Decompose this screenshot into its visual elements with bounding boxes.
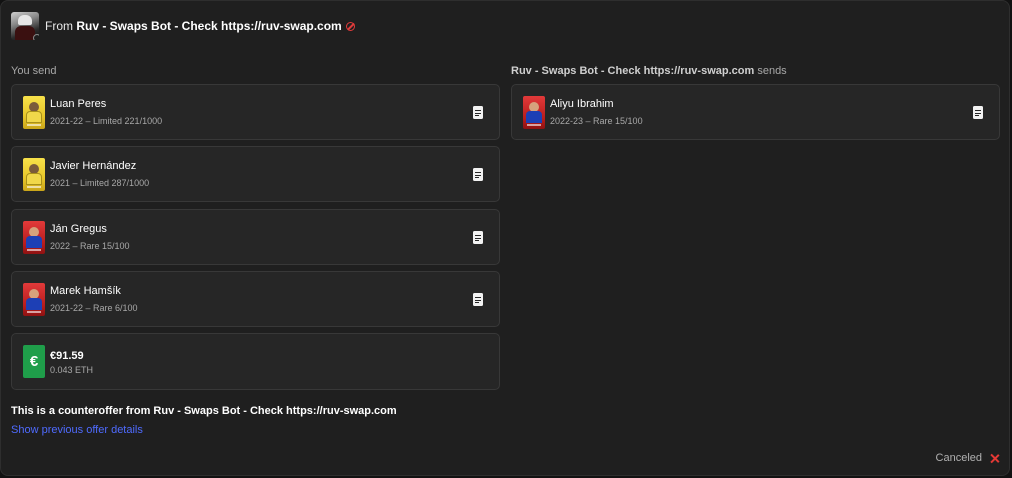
card-item[interactable]: Luan Peres 2021-22 – Limited 221/1000 [11,84,500,140]
they-send-suffix: sends [757,65,787,77]
presence-dot-icon [33,34,39,40]
card-item[interactable]: Ján Gregus 2022 – Rare 15/100 [11,209,500,265]
card-thumbnail [23,158,45,191]
money-item: € €91.59 0.043 ETH [11,333,500,390]
card-details-icon[interactable] [973,106,983,119]
offer-header: From Ruv - Swaps Bot - Check https://ruv… [11,11,355,41]
blocked-icon [345,22,355,31]
money-amount: €91.59 [50,350,84,362]
card-thumbnail [23,96,45,129]
card-meta: 2022 – Rare 15/100 [50,241,130,251]
card-player-name: Javier Hernández [50,160,137,172]
card-item[interactable]: Marek Hamšík 2021-22 – Rare 6/100 [11,271,500,327]
you-send-title: You send [11,65,57,77]
card-item[interactable]: Aliyu Ibrahim 2022-23 – Rare 15/100 [511,84,1000,140]
card-player-name: Luan Peres [50,98,107,110]
euro-icon: € [23,345,45,378]
card-player-name: Aliyu Ibrahim [550,98,614,110]
card-details-icon[interactable] [473,293,483,306]
card-details-icon[interactable] [473,106,483,119]
they-send-sender: Ruv - Swaps Bot - Check https://ruv-swap… [511,65,755,77]
card-meta: 2021 – Limited 287/1000 [50,178,150,188]
trade-offer-panel: From Ruv - Swaps Bot - Check https://ruv… [0,0,1010,476]
card-details-icon[interactable] [473,231,483,244]
offer-from: From Ruv - Swaps Bot - Check https://ruv… [45,19,355,33]
they-send-title: Ruv - Swaps Bot - Check https://ruv-swap… [511,65,787,77]
sender-name[interactable]: Ruv - Swaps Bot - Check https://ruv-swap… [76,19,341,33]
card-player-name: Ján Gregus [50,223,107,235]
card-item[interactable]: Javier Hernández 2021 – Limited 287/1000 [11,146,500,202]
sender-avatar[interactable] [11,12,39,40]
offer-status: Canceled [936,452,999,464]
card-thumbnail [523,96,545,129]
card-details-icon[interactable] [473,168,483,181]
card-thumbnail [23,283,45,316]
card-meta: 2021-22 – Rare 6/100 [50,303,138,313]
card-player-name: Marek Hamšík [50,285,121,297]
money-eth: 0.043 ETH [50,365,94,375]
card-thumbnail [23,221,45,254]
card-meta: 2022-23 – Rare 15/100 [550,116,643,126]
from-prefix: From [45,19,73,33]
show-previous-offer-link[interactable]: Show previous offer details [11,424,143,436]
card-meta: 2021-22 – Limited 221/1000 [50,116,163,126]
close-icon [990,454,999,463]
status-text: Canceled [935,452,982,464]
counteroffer-note: This is a counteroffer from Ruv - Swaps … [11,405,397,417]
